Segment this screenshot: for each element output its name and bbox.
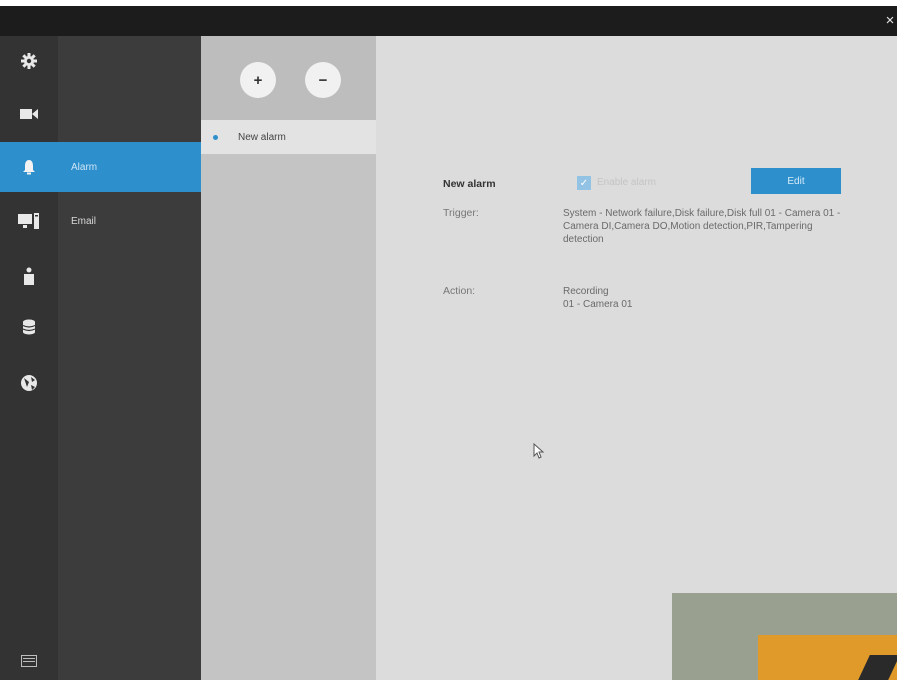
alarm-submenu: Alarm Email bbox=[58, 36, 201, 680]
selected-dot-icon bbox=[213, 134, 218, 140]
camera-preview-thumbnail bbox=[672, 593, 897, 680]
check-icon: ✓ bbox=[579, 177, 589, 189]
add-alarm-button[interactable]: + bbox=[240, 62, 276, 98]
files-nav[interactable] bbox=[0, 636, 58, 680]
folder-icon bbox=[21, 655, 37, 667]
submenu-item-label: Alarm bbox=[71, 161, 98, 173]
trigger-label: Trigger: bbox=[443, 207, 479, 219]
action-value-camera: 01 - Camera 01 bbox=[563, 299, 633, 310]
user-icon bbox=[24, 267, 34, 285]
alarm-detail-pane: New alarm ✓ Enable alarm Edit Trigger: S… bbox=[376, 36, 897, 680]
submenu-item-alarm[interactable]: Alarm bbox=[58, 142, 201, 192]
monitor-icon bbox=[18, 213, 39, 229]
alarm-list-panel: + − New alarm bbox=[201, 36, 376, 680]
storage-nav[interactable] bbox=[0, 302, 58, 352]
database-icon bbox=[22, 319, 36, 335]
gear-icon bbox=[21, 53, 37, 69]
monitor-nav[interactable] bbox=[0, 196, 58, 246]
globe-icon bbox=[21, 375, 37, 391]
close-icon[interactable]: × bbox=[883, 12, 897, 29]
alarm-nav[interactable] bbox=[0, 142, 58, 192]
submenu-item-email[interactable]: Email bbox=[58, 196, 201, 246]
action-value-recording: Recording bbox=[563, 286, 609, 297]
alarm-list-toolbar: + − bbox=[201, 36, 376, 120]
enable-alarm-label: Enable alarm bbox=[597, 177, 656, 188]
action-label: Action: bbox=[443, 285, 476, 297]
camera-nav[interactable] bbox=[0, 89, 58, 139]
top-bar: × bbox=[0, 6, 897, 36]
enable-alarm-checkbox[interactable]: ✓ bbox=[577, 176, 591, 190]
alarm-list-item-label: New alarm bbox=[238, 131, 286, 143]
icon-sidebar bbox=[0, 36, 58, 680]
bell-icon bbox=[23, 160, 35, 175]
edit-button[interactable]: Edit bbox=[751, 168, 841, 194]
remove-alarm-button[interactable]: − bbox=[305, 62, 341, 98]
camera-icon bbox=[20, 109, 38, 119]
user-nav[interactable] bbox=[0, 251, 58, 301]
alarm-list-item[interactable]: New alarm bbox=[201, 120, 376, 154]
alarm-name: New alarm bbox=[443, 178, 496, 190]
network-nav[interactable] bbox=[0, 358, 58, 408]
settings-nav[interactable] bbox=[0, 36, 58, 86]
mouse-cursor-icon bbox=[533, 443, 545, 459]
submenu-item-label: Email bbox=[71, 215, 97, 227]
trigger-value: System - Network failure,Disk failure,Di… bbox=[563, 208, 841, 245]
